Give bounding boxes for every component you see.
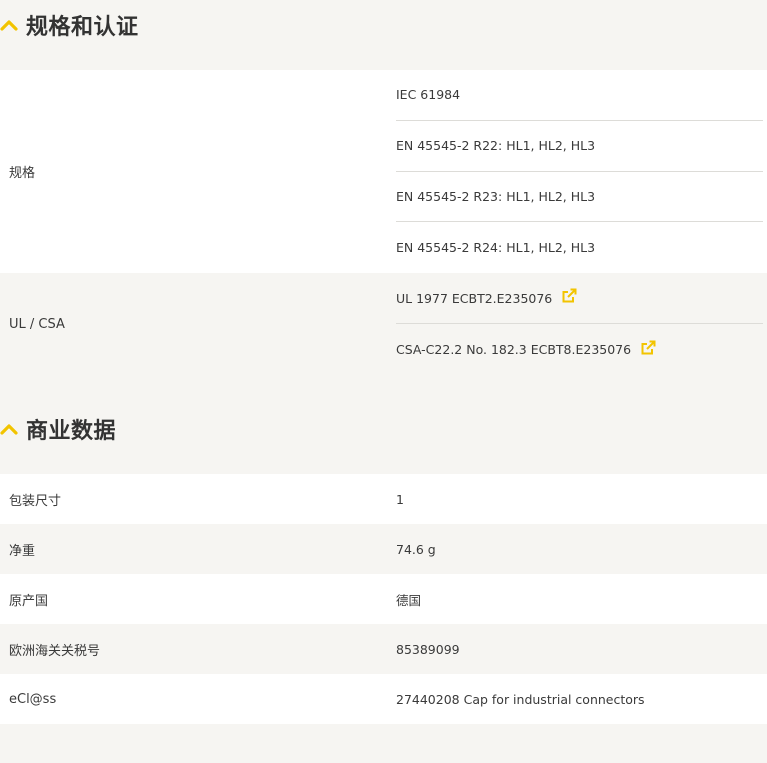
spec-value: EN 45545-2 R24: HL1, HL2, HL3 <box>396 240 596 256</box>
cert-link-text[interactable]: CSA-C22.2 No. 182.3 ECBT8.E235076 <box>396 342 631 357</box>
commercial-section-header[interactable]: 商业数据 <box>0 409 116 449</box>
row-label: eCl@ss <box>9 691 57 707</box>
row-label: 原产国 <box>9 593 49 609</box>
table-row: UL / CSA UL 1977 ECBT2.E235076 CSA-C22.2… <box>0 273 767 375</box>
section-title: 规格和认证 <box>26 15 139 40</box>
row-value: 85389099 <box>396 641 460 657</box>
chevron-up-icon[interactable] <box>0 422 18 436</box>
table-row: 原产国 德国 <box>0 574 767 624</box>
row-label: UL / CSA <box>9 316 65 332</box>
chevron-up-icon[interactable] <box>0 18 18 32</box>
spec-value: EN 45545-2 R22: HL1, HL2, HL3 <box>396 121 763 172</box>
row-label: 规格 <box>9 166 36 181</box>
spec-value: IEC 61984 <box>396 70 763 121</box>
external-link-icon[interactable] <box>561 288 577 304</box>
spec-table: 规格 IEC 61984 EN 45545-2 R22: HL1, HL2, H… <box>0 70 767 375</box>
row-value: 27440208 Cap for industrial connectors <box>396 691 645 707</box>
cert-value[interactable]: UL 1977 ECBT2.E235076 <box>396 273 763 324</box>
row-value: 1 <box>396 491 404 507</box>
row-values: UL 1977 ECBT2.E235076 CSA-C22.2 No. 182.… <box>396 273 767 375</box>
external-link-icon[interactable] <box>640 340 656 356</box>
table-row: eCl@ss 27440208 Cap for industrial conne… <box>0 674 767 724</box>
cert-link-text[interactable]: UL 1977 ECBT2.E235076 <box>396 291 552 306</box>
table-row: 净重 74.6 g <box>0 524 767 574</box>
section-title: 商业数据 <box>26 419 117 444</box>
row-values: IEC 61984 EN 45545-2 R22: HL1, HL2, HL3 … <box>396 70 767 273</box>
spec-section-header[interactable]: 规格和认证 <box>0 5 139 45</box>
table-row: 包装尺寸 1 <box>0 474 767 524</box>
table-row: 规格 IEC 61984 EN 45545-2 R22: HL1, HL2, H… <box>0 70 767 273</box>
spec-value: EN 45545-2 R23: HL1, HL2, HL3 <box>396 172 763 223</box>
row-label: 欧洲海关关税号 <box>9 643 101 659</box>
row-label: 净重 <box>9 543 36 559</box>
row-value: 74.6 g <box>396 541 436 557</box>
row-value: 德国 <box>396 592 422 608</box>
commercial-table: 包装尺寸 1 净重 74.6 g 原产国 德国 欧洲海关关税号 85389099… <box>0 474 767 724</box>
table-row: 欧洲海关关税号 85389099 <box>0 624 767 674</box>
row-label: 包装尺寸 <box>9 493 62 509</box>
cert-value[interactable]: CSA-C22.2 No. 182.3 ECBT8.E235076 <box>396 324 763 375</box>
